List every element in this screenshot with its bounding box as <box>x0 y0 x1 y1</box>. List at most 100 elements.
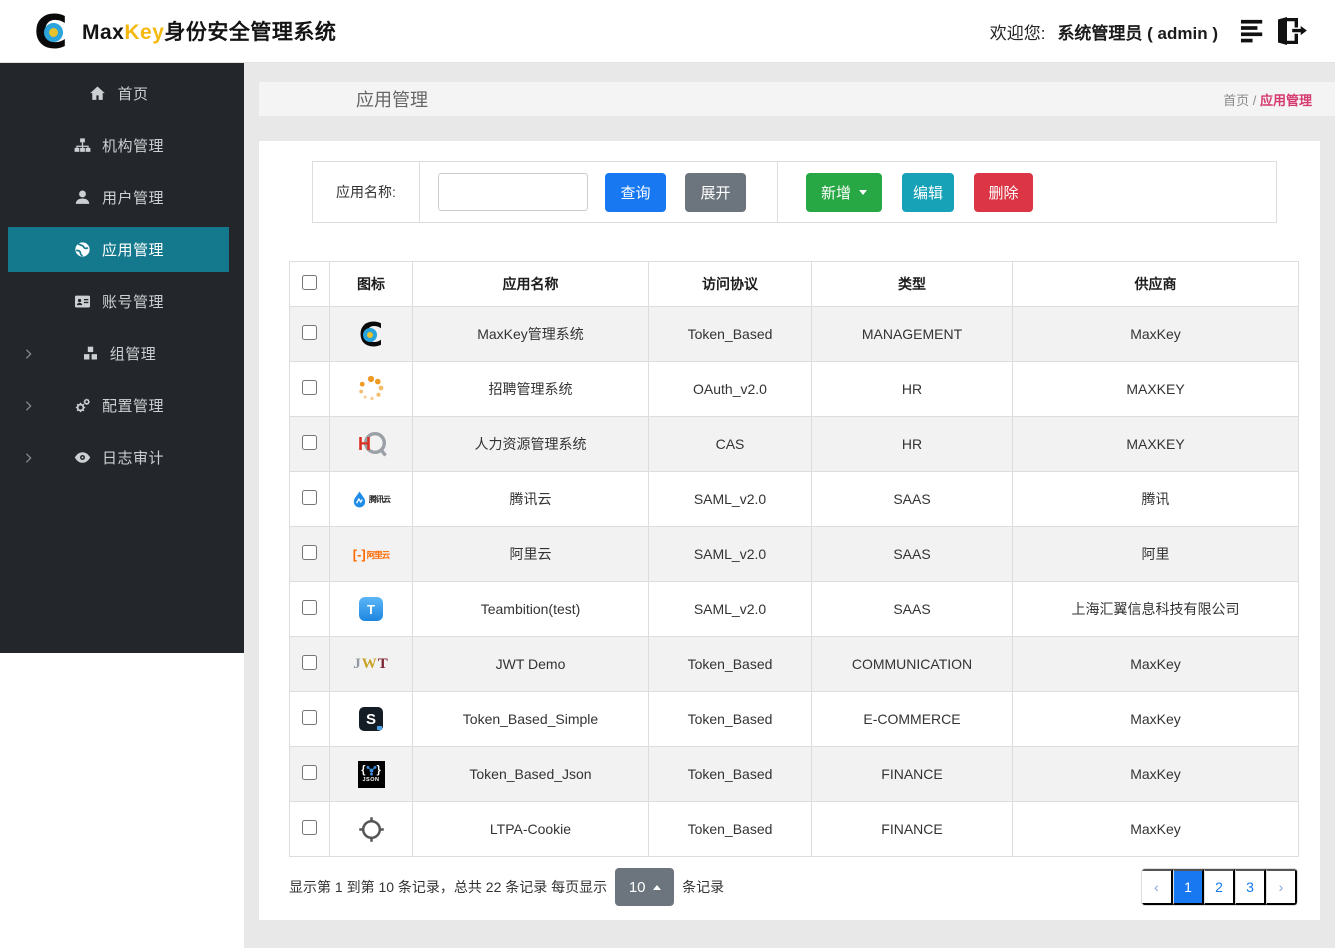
brand-suffix: 身份安全管理系统 <box>164 21 337 44</box>
column-header: 类型 <box>811 261 1013 307</box>
query-button[interactable]: 查询 <box>605 172 666 212</box>
top-bar: C MaxKey身份安全管理系统 欢迎您: 系统管理员 ( admin ) <box>0 0 1335 63</box>
app-icon-cell <box>329 801 413 857</box>
app-name-cell: LTPA-Cookie <box>412 801 649 857</box>
vendor-cell: 腾讯 <box>1012 471 1299 527</box>
table-row[interactable]: LTPA-Cookie Token_Based FINANCE MaxKey <box>289 801 1299 857</box>
table-row[interactable]: 腾讯云 腾讯云 SAML_v2.0 SAAS 腾讯 <box>289 471 1299 527</box>
type-cell: HR <box>811 416 1013 472</box>
app-icon-cell: C <box>329 306 413 362</box>
table-row[interactable]: C MaxKey管理系统Token_BasedMANAGEMENTMaxKey <box>289 306 1299 362</box>
row-checkbox[interactable] <box>302 655 317 670</box>
sidebar-column: 首页机构管理用户管理应用管理账号管理组管理配置管理日志审计 <box>0 63 244 948</box>
brand-key: Key <box>124 21 165 44</box>
table-head: 图标 应用名称 访问协议 类型 供应商 <box>289 261 1299 307</box>
protocol-cell: SAML_v2.0 <box>648 471 812 527</box>
pagination-page-1[interactable]: 1 <box>1173 869 1204 905</box>
table-row[interactable]: [-] 阿里云 阿里云 SAML_v2.0 SAAS 阿里 <box>289 526 1299 582</box>
row-checkbox[interactable] <box>302 325 317 340</box>
row-checkbox[interactable] <box>302 600 317 615</box>
s-letter-logo: S <box>359 707 383 731</box>
list-icon[interactable] <box>1240 17 1269 45</box>
pagination-prev-button[interactable]: ‹ <box>1142 869 1173 905</box>
vendor-cell: MaxKey <box>1012 801 1299 857</box>
select-all-checkbox[interactable] <box>302 275 317 290</box>
sidebar-item-label: 日志审计 <box>101 450 164 467</box>
column-header: 访问协议 <box>648 261 812 307</box>
table-row[interactable]: 招聘管理系统 OAuth_v2.0 HR MAXKEY <box>289 361 1299 417</box>
type-cell: FINANCE <box>811 746 1013 802</box>
table-row[interactable]: JWT JWT Demo Token_Based COMMUNICATION MaxKe… <box>289 636 1299 692</box>
maxkey-logo-icon: C <box>34 9 76 55</box>
chevron-right-icon <box>22 347 35 360</box>
row-select-cell <box>289 581 330 637</box>
app-icon-cell: [-] 阿里云 <box>329 526 413 582</box>
row-checkbox[interactable] <box>302 765 317 780</box>
breadcrumb-current: 应用管理 <box>1259 92 1312 108</box>
breadcrumb-home-link[interactable]: 首页 <box>1223 93 1249 108</box>
row-checkbox[interactable] <box>302 435 317 450</box>
row-select-cell <box>289 746 330 802</box>
sidebar-item-label: 机构管理 <box>101 138 164 155</box>
vendor-cell: 上海汇翼信息科技有限公司 <box>1012 581 1299 637</box>
expand-button[interactable]: 展开 <box>685 172 746 212</box>
chevron-right-icon <box>22 399 35 412</box>
edit-button[interactable]: 编辑 <box>902 172 954 212</box>
pagination-page-2[interactable]: 2 <box>1204 869 1235 905</box>
logout-icon[interactable] <box>1275 16 1309 46</box>
app-name-cell: JWT Demo <box>412 636 649 692</box>
page-title: 应用管理 <box>356 90 428 110</box>
add-button[interactable]: 新增 <box>806 172 882 212</box>
app-name-input[interactable] <box>438 173 588 211</box>
record-summary: 显示第 1 到第 10 条记录，总共 22 条记录 每页显示 10 条记录 <box>289 868 724 906</box>
type-cell: SAAS <box>811 526 1013 582</box>
row-select-cell <box>289 691 330 747</box>
table-row[interactable]: S Token_Based_Simple Token_Based E-COMMERCE… <box>289 691 1299 747</box>
column-header: 应用名称 <box>412 261 649 307</box>
sidebar-item-app[interactable]: 应用管理 <box>8 227 229 272</box>
app-icon-cell: T <box>329 581 413 637</box>
delete-button[interactable]: 删除 <box>974 172 1033 212</box>
vendor-cell: MaxKey <box>1012 306 1299 362</box>
chevron-right-icon <box>22 451 35 464</box>
row-select-cell <box>289 471 330 527</box>
app-name-cell: Token_Based_Simple <box>412 691 649 747</box>
sidebar-item-config[interactable]: 配置管理 <box>8 383 229 428</box>
sidebar-item-account[interactable]: 账号管理 <box>8 279 229 324</box>
id-card-icon <box>73 292 92 311</box>
sidebar-item-home[interactable]: 首页 <box>8 71 229 116</box>
row-checkbox[interactable] <box>302 490 317 505</box>
row-checkbox[interactable] <box>302 820 317 835</box>
sidebar-item-org[interactable]: 机构管理 <box>8 123 229 168</box>
app-name-cell: MaxKey管理系统 <box>412 306 649 362</box>
vendor-cell: MAXKEY <box>1012 416 1299 472</box>
current-username: 系统管理员 ( admin ) <box>1057 23 1218 43</box>
app-icon-cell: 腾讯云 <box>329 471 413 527</box>
row-checkbox[interactable] <box>302 380 317 395</box>
pagination: ‹ 1 2 3 › <box>1141 868 1298 906</box>
vendor-cell: 阿里 <box>1012 526 1299 582</box>
type-cell: HR <box>811 361 1013 417</box>
page-size-dropdown[interactable]: 10 <box>615 868 675 906</box>
pagination-page-3[interactable]: 3 <box>1235 869 1266 905</box>
ltpa-crosshair-logo <box>358 816 385 843</box>
maxkey-logo: C <box>356 318 386 351</box>
sidebar-item-user[interactable]: 用户管理 <box>8 175 229 220</box>
sidebar-item-group[interactable]: 组管理 <box>8 331 229 376</box>
app-icon-cell: {} JSON <box>329 746 413 802</box>
sidebar-item-audit[interactable]: 日志审计 <box>8 435 229 480</box>
breadcrumb: 首页 / 应用管理 <box>1223 90 1312 109</box>
row-select-cell <box>289 416 330 472</box>
table-row[interactable]: T Teambition(test) SAML_v2.0 SAAS 上海汇翼信息科技有限… <box>289 581 1299 637</box>
row-checkbox[interactable] <box>302 545 317 560</box>
app-name-cell: Token_Based_Json <box>412 746 649 802</box>
pagination-next-button[interactable]: › <box>1266 869 1297 905</box>
row-checkbox[interactable] <box>302 710 317 725</box>
table-row[interactable]: {} JSON Token_Based_Json Token_Based FINANCE… <box>289 746 1299 802</box>
row-select-cell <box>289 801 330 857</box>
eye-icon <box>73 448 92 467</box>
type-cell: E-COMMERCE <box>811 691 1013 747</box>
cogs-icon <box>73 396 92 415</box>
app-name-cell: 腾讯云 <box>412 471 649 527</box>
table-row[interactable]: H 人力资源管理系统 CAS HR MAXKEY <box>289 416 1299 472</box>
